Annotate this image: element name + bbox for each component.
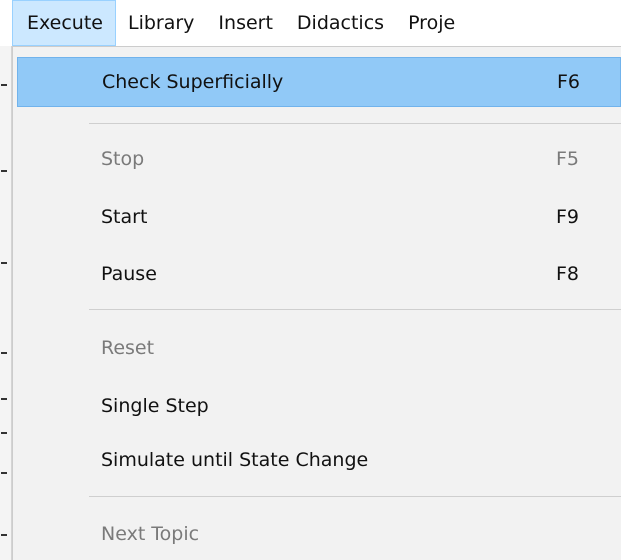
menu-item-reset[interactable]: Reset bbox=[17, 323, 621, 373]
edge-mark bbox=[1, 398, 7, 400]
menu-item-pause[interactable]: Pause F8 bbox=[17, 249, 621, 299]
menu-item-label: Stop bbox=[101, 148, 145, 170]
background-window-edge bbox=[0, 46, 12, 560]
menu-didactics[interactable]: Didactics bbox=[285, 0, 396, 46]
edge-mark bbox=[1, 432, 7, 434]
edge-mark bbox=[1, 84, 7, 86]
menu-item-shortcut: F8 bbox=[556, 263, 580, 285]
menu-item-label: Simulate until State Change bbox=[101, 449, 369, 471]
menu-execute[interactable]: Execute bbox=[12, 0, 116, 46]
edge-mark bbox=[1, 262, 7, 264]
edge-mark bbox=[1, 534, 7, 536]
menu-item-check-superficially[interactable]: Check Superficially F6 bbox=[17, 57, 621, 107]
menu-item-shortcut: F6 bbox=[557, 71, 581, 93]
menu-bar: Execute Library Insert Didactics Proje bbox=[0, 0, 621, 46]
menu-item-label: Start bbox=[101, 206, 148, 228]
application-window: Execute Library Insert Didactics Proje C… bbox=[0, 0, 621, 560]
menu-item-simulate-until-state-change[interactable]: Simulate until State Change bbox=[17, 435, 621, 485]
menu-item-label: Next Topic bbox=[101, 523, 200, 545]
menu-item-stop[interactable]: Stop F5 bbox=[17, 134, 621, 184]
menu-item-shortcut: F5 bbox=[556, 148, 580, 170]
edge-mark bbox=[1, 352, 7, 354]
execute-dropdown-menu: Check Superficially F6 Stop F5 Start F9 … bbox=[12, 46, 621, 560]
menu-item-shortcut: F9 bbox=[556, 206, 580, 228]
edge-mark bbox=[1, 472, 7, 474]
menu-item-start[interactable]: Start F9 bbox=[17, 192, 621, 242]
menu-item-single-step[interactable]: Single Step bbox=[17, 381, 621, 431]
menu-separator bbox=[89, 123, 621, 124]
menu-library[interactable]: Library bbox=[116, 0, 206, 46]
menu-project[interactable]: Proje bbox=[396, 0, 467, 46]
menu-item-label: Single Step bbox=[101, 395, 209, 417]
menu-item-next-topic[interactable]: Next Topic bbox=[17, 509, 621, 559]
edge-mark bbox=[1, 170, 7, 172]
menu-item-label: Check Superficially bbox=[102, 71, 284, 93]
menu-separator bbox=[89, 309, 621, 310]
menu-item-label: Pause bbox=[101, 263, 157, 285]
menu-insert[interactable]: Insert bbox=[206, 0, 285, 46]
menu-separator bbox=[89, 496, 621, 497]
menu-item-label: Reset bbox=[101, 337, 155, 359]
